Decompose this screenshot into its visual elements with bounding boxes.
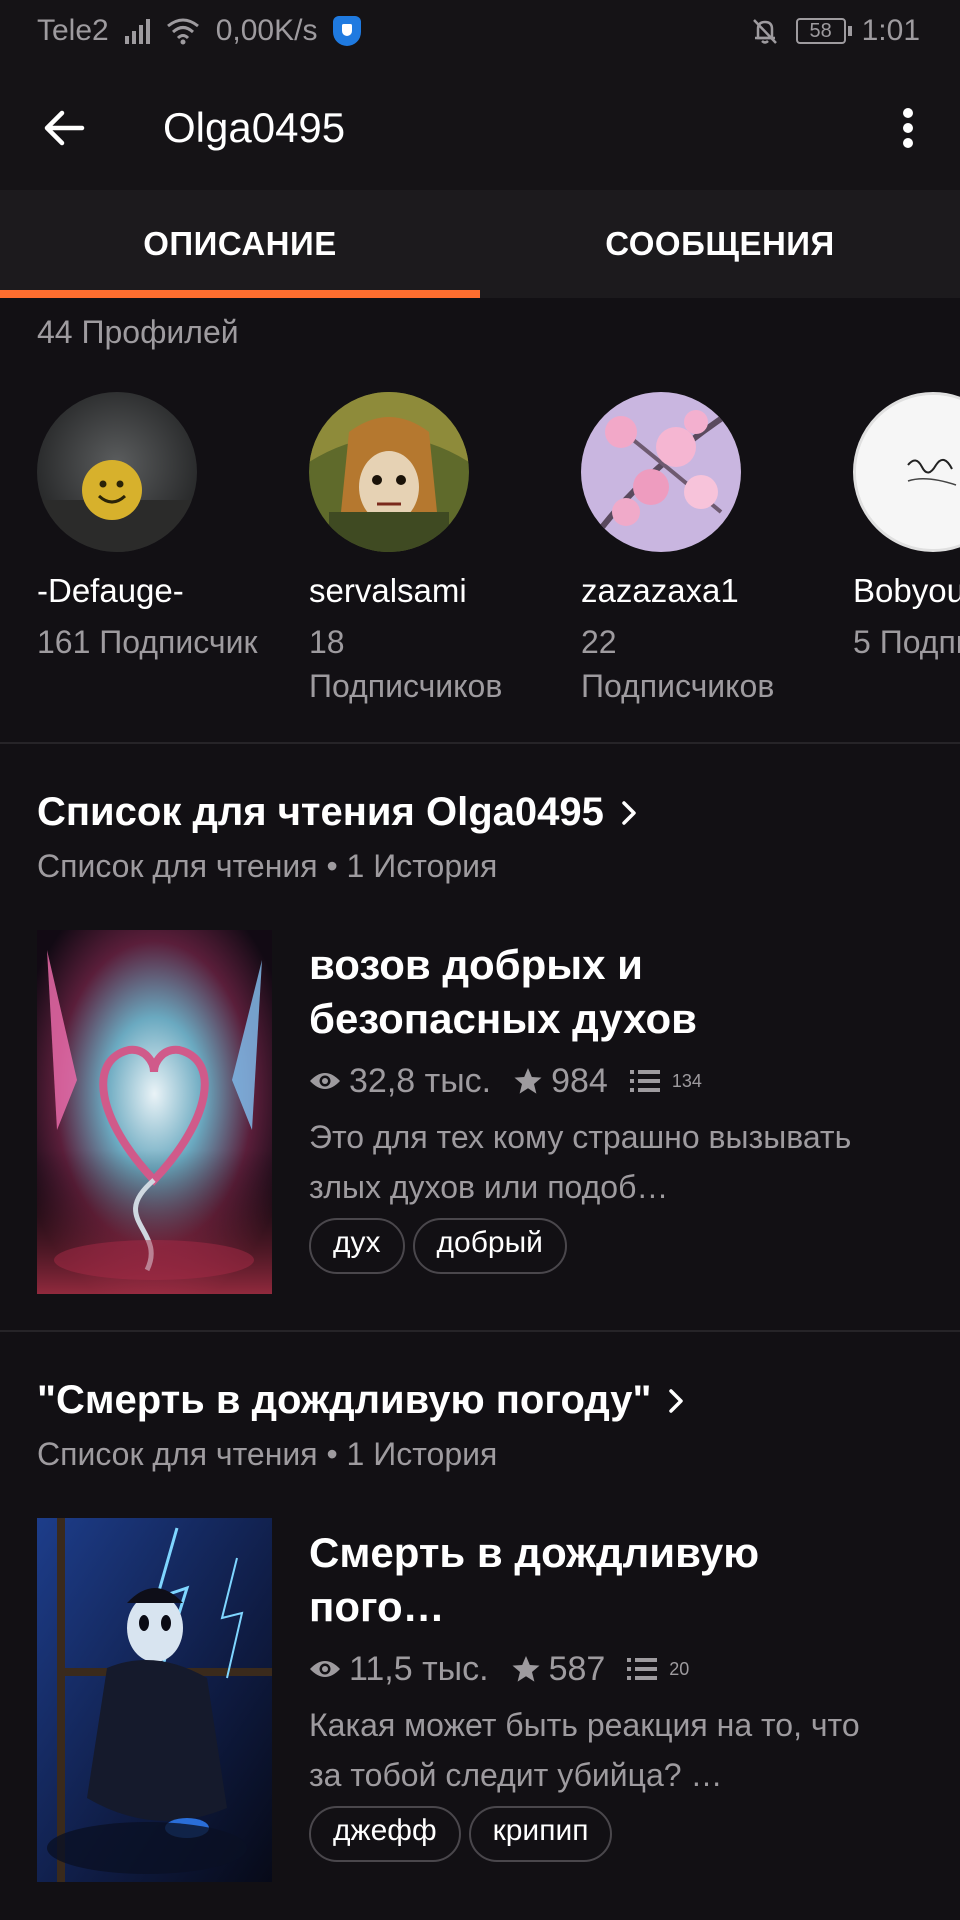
profile-name: Bobyour: [853, 572, 960, 609]
tag-chip[interactable]: добрый: [412, 1218, 567, 1274]
profile-card[interactable]: zazazaxa1 22 Подписчиков: [581, 392, 821, 708]
avatar[interactable]: [37, 392, 197, 552]
star-icon: [512, 1656, 540, 1682]
profile-card[interactable]: -Defauge- 161 Подписчик: [37, 392, 277, 664]
wifi-icon: [166, 18, 199, 45]
votes-stat: 984: [513, 1062, 608, 1101]
profile-name: servalsami: [309, 572, 467, 609]
profile-card[interactable]: Bobyour 5 Подписчиков: [853, 392, 960, 664]
story-info: Смерть в дождливую пого… 11,5 тыс. 587 2…: [309, 1518, 869, 1882]
reading-list-title[interactable]: "Смерть в дождливую погоду": [37, 1378, 691, 1423]
reading-list-subtitle: Список для чтения • 1 История: [37, 1436, 498, 1472]
profile-name: zazazaxa1: [581, 572, 739, 609]
list-icon: [627, 1658, 658, 1680]
signal-icon: [124, 18, 150, 44]
story-tags: джефф крипип: [309, 1806, 869, 1862]
avatar[interactable]: [309, 392, 469, 552]
votes-count: 587: [548, 1649, 606, 1688]
story-cover[interactable]: [37, 1518, 272, 1882]
battery-icon: 58: [795, 18, 852, 44]
profile-followers: 18 Подписчиков: [309, 624, 503, 704]
parts-count: 134: [671, 1070, 702, 1091]
more-options-icon[interactable]: [886, 102, 930, 154]
story-card[interactable]: возов добрых и безопасных духов 32,8 тыс…: [37, 930, 937, 1294]
tag-chip[interactable]: джефф: [309, 1806, 461, 1862]
story-stats: 11,5 тыс. 587 20: [309, 1646, 869, 1692]
star-icon: [514, 1068, 542, 1094]
avatar[interactable]: [853, 392, 960, 552]
parts-stat: 20: [627, 1656, 689, 1682]
carrier-label: Tele2: [37, 14, 109, 47]
reading-list-title-text: Список для чтения Olga0495: [37, 790, 604, 834]
reading-list-title[interactable]: Список для чтения Olga0495: [37, 790, 644, 835]
parts-stat: 134: [629, 1068, 702, 1094]
network-speed: 0,00K/s: [215, 14, 318, 47]
shield-icon: [333, 16, 362, 46]
following-profiles-list[interactable]: -Defauge- 161 Подписчик servalsami 18 По…: [0, 392, 960, 712]
divider: [0, 742, 960, 744]
chevron-right-icon: [622, 800, 636, 825]
story-stats: 32,8 тыс. 984 134: [309, 1058, 869, 1104]
tab-messages[interactable]: СООБЩЕНИЯ: [480, 190, 960, 298]
list-icon: [629, 1070, 660, 1092]
views-count: 32,8 тыс.: [349, 1061, 492, 1100]
app-bar: Olga0495: [0, 66, 960, 190]
following-count: 44 Профилей: [37, 314, 239, 350]
eye-icon: [310, 1661, 340, 1677]
status-bar: Tele2 0,00K/s 58 1:01: [0, 0, 960, 66]
profile-followers: 161 Подписчик: [37, 624, 258, 660]
story-title[interactable]: Смерть в дождливую пого…: [309, 1526, 869, 1634]
votes-count: 984: [551, 1061, 608, 1100]
battery-level: 58: [795, 18, 846, 44]
page-title: Olga0495: [163, 104, 346, 151]
profile-followers: 5 Подписчиков: [853, 624, 960, 660]
clock: 1:01: [861, 14, 920, 47]
story-card[interactable]: Смерть в дождливую пого… 11,5 тыс. 587 2…: [37, 1518, 937, 1882]
profile-content[interactable]: 44 Профилей -Defauge- 161 Подписчик serv…: [0, 298, 960, 1920]
story-description: Какая может быть реакция на то, что за т…: [309, 1707, 860, 1793]
story-tags: дух добрый: [309, 1218, 869, 1274]
parts-count: 20: [669, 1658, 690, 1679]
tag-chip[interactable]: крипип: [468, 1806, 613, 1862]
views-count: 11,5 тыс.: [349, 1649, 489, 1688]
reading-list-subtitle: Список для чтения • 1 История: [37, 848, 498, 884]
reading-list-title-text: "Смерть в дождливую погоду": [37, 1378, 652, 1422]
bell-off-icon: [752, 19, 777, 44]
tab-description[interactable]: ОПИСАНИЕ: [0, 190, 480, 298]
story-title[interactable]: возов добрых и безопасных духов: [309, 938, 869, 1046]
profile-card[interactable]: servalsami 18 Подписчиков: [309, 392, 549, 708]
votes-stat: 587: [511, 1649, 606, 1689]
avatar[interactable]: [581, 392, 741, 552]
back-arrow-icon[interactable]: [38, 102, 90, 154]
views-stat: 11,5 тыс.: [309, 1650, 489, 1689]
profile-name: -Defauge-: [37, 572, 184, 609]
story-info: возов добрых и безопасных духов 32,8 тыс…: [309, 930, 869, 1294]
profile-followers: 22 Подписчиков: [581, 624, 775, 704]
views-stat: 32,8 тыс.: [309, 1062, 491, 1101]
story-cover[interactable]: [37, 930, 272, 1294]
chevron-right-icon: [669, 1388, 684, 1413]
story-description: Это для тех кому страшно вызывать злых д…: [309, 1119, 852, 1205]
tag-chip[interactable]: дух: [309, 1218, 405, 1274]
eye-icon: [310, 1073, 340, 1089]
divider: [0, 1330, 960, 1332]
screen: Tele2 0,00K/s 58 1:01 Olga0495 ОПИСАНИЕ …: [0, 0, 960, 1920]
tab-bar: ОПИСАНИЕ СООБЩЕНИЯ: [0, 190, 960, 298]
